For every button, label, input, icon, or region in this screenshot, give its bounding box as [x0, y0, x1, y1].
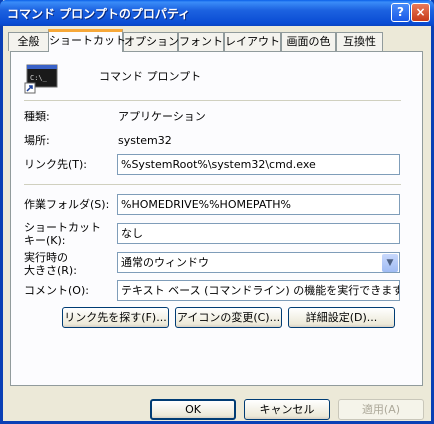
- cancel-button[interactable]: キャンセル: [244, 399, 330, 420]
- run-label-line1: 実行時の: [24, 251, 68, 264]
- target-label: リンク先(T):: [24, 158, 88, 171]
- divider: [24, 100, 401, 101]
- comment-label: コメント(O):: [24, 284, 89, 297]
- svg-text:C:\_: C:\_: [30, 74, 48, 82]
- tab-layout[interactable]: レイアウト: [224, 32, 281, 51]
- location-value: system32: [118, 134, 172, 147]
- start-in-input[interactable]: %HOMEDRIVE%%HOMEPATH%: [117, 194, 400, 215]
- divider: [24, 184, 401, 185]
- run-select[interactable]: 通常のウィンドウ ▼: [117, 252, 400, 273]
- tab-shortcut[interactable]: ショートカット: [48, 29, 126, 52]
- tab-font[interactable]: フォント: [178, 32, 224, 51]
- location-label: 場所:: [24, 134, 50, 147]
- find-target-button[interactable]: リンク先を探す(F)...: [62, 307, 169, 328]
- title-bar[interactable]: コマンド プロンプトのプロパティ ? ×: [0, 0, 434, 26]
- target-input[interactable]: %SystemRoot%\system32\cmd.exe: [117, 154, 400, 175]
- tab-options[interactable]: オプション: [123, 32, 179, 51]
- advanced-button[interactable]: 詳細設定(D)...: [288, 307, 395, 328]
- comment-input[interactable]: テキスト ベース (コマンドライン) の機能を実行できます。: [117, 280, 400, 301]
- change-icon-button[interactable]: アイコンの変更(C)...: [175, 307, 282, 328]
- window-title: コマンド プロンプトのプロパティ: [7, 7, 191, 21]
- ok-button[interactable]: OK: [150, 399, 236, 420]
- hotkey-label-line2: キー(K):: [24, 234, 66, 247]
- tab-compatibility[interactable]: 互換性: [336, 32, 383, 51]
- help-button[interactable]: ?: [391, 3, 410, 22]
- start-in-label: 作業フォルダ(S):: [24, 198, 110, 211]
- properties-window: コマンド プロンプトのプロパティ ? × 全般 ショートカット オプション フォ…: [0, 0, 434, 424]
- console-icon: C:\_: [24, 64, 58, 94]
- close-button[interactable]: ×: [411, 3, 430, 22]
- tab-screen-colors[interactable]: 画面の色: [281, 32, 336, 51]
- type-value: アプリケーション: [118, 110, 206, 123]
- run-label-line2: 大きさ(R):: [24, 264, 77, 277]
- shortcut-tab-panel: [10, 51, 423, 386]
- hotkey-input[interactable]: なし: [117, 223, 400, 244]
- run-select-value: 通常のウィンドウ: [121, 256, 209, 269]
- hotkey-label-line1: ショートカット: [24, 221, 101, 234]
- type-label: 種類:: [24, 110, 50, 123]
- tab-general[interactable]: 全般: [8, 32, 49, 51]
- apply-button[interactable]: 適用(A): [338, 399, 424, 420]
- chevron-down-icon[interactable]: ▼: [382, 254, 398, 272]
- shortcut-name: コマンド プロンプト: [99, 70, 202, 83]
